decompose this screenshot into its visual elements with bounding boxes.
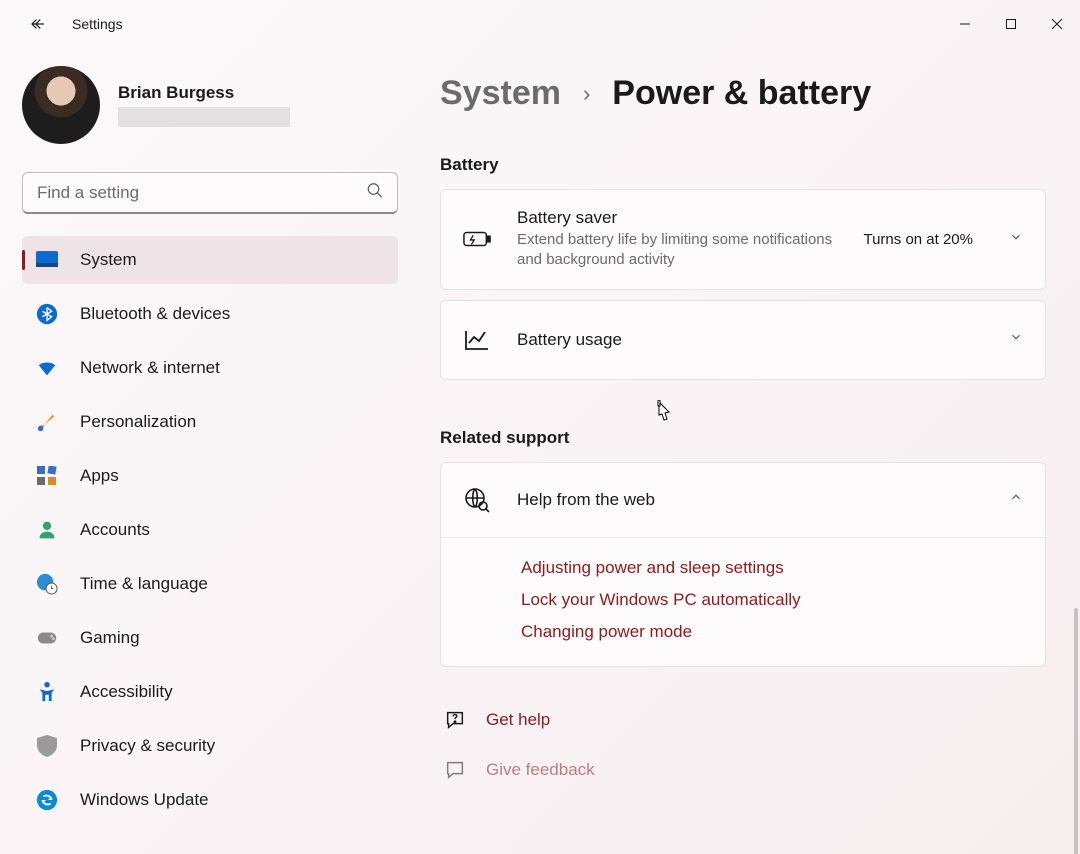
help-link[interactable]: Changing power mode	[521, 622, 1023, 642]
chevron-down-icon	[1009, 330, 1023, 349]
chevron-down-icon	[1009, 230, 1023, 249]
help-web-card: Help from the web Adjusting power and sl…	[440, 462, 1046, 667]
apps-icon	[36, 465, 58, 487]
globe-clock-icon	[36, 573, 58, 595]
title-bar: Settings	[0, 0, 1080, 48]
card-title: Battery saver	[517, 208, 837, 228]
sidebar-item-personalization[interactable]: Personalization	[22, 398, 398, 446]
sidebar-item-accessibility[interactable]: Accessibility	[22, 668, 398, 716]
search-input[interactable]	[22, 172, 398, 214]
feedback-icon	[444, 759, 466, 781]
card-title: Battery usage	[517, 330, 983, 350]
breadcrumb-current: Power & battery	[612, 74, 871, 113]
sidebar-item-apps[interactable]: Apps	[22, 452, 398, 500]
scrollbar[interactable]	[1074, 608, 1078, 854]
help-links-list: Adjusting power and sleep settings Lock …	[441, 537, 1045, 666]
sidebar-item-system[interactable]: System	[22, 236, 398, 284]
help-icon	[444, 709, 466, 731]
give-feedback-link[interactable]: Give feedback	[486, 760, 595, 780]
line-chart-icon	[463, 329, 491, 351]
give-feedback-row: Give feedback	[440, 745, 1046, 795]
chevron-up-icon	[1009, 490, 1023, 509]
globe-search-icon	[463, 487, 491, 513]
section-heading-battery: Battery	[440, 155, 1046, 175]
sidebar-item-accounts[interactable]: Accounts	[22, 506, 398, 554]
brush-icon	[36, 411, 58, 433]
nav-label: Apps	[80, 466, 119, 486]
nav-label: Accounts	[80, 520, 150, 540]
shield-icon	[36, 735, 58, 757]
sidebar-item-privacy[interactable]: Privacy & security	[22, 722, 398, 770]
profile-name: Brian Burgess	[118, 83, 290, 103]
search-icon	[366, 182, 384, 205]
nav-list: System Bluetooth & devices Network & int…	[22, 236, 398, 824]
breadcrumb: System › Power & battery	[440, 74, 1046, 113]
get-help-link[interactable]: Get help	[486, 710, 550, 730]
nav-label: Privacy & security	[80, 736, 215, 756]
sidebar-item-bluetooth[interactable]: Bluetooth & devices	[22, 290, 398, 338]
nav-label: Accessibility	[80, 682, 173, 702]
nav-label: Time & language	[80, 574, 208, 594]
breadcrumb-parent[interactable]: System	[440, 74, 561, 113]
profile-block[interactable]: Brian Burgess	[22, 66, 400, 144]
nav-label: Gaming	[80, 628, 140, 648]
nav-label: Personalization	[80, 412, 196, 432]
sidebar-item-time[interactable]: Time & language	[22, 560, 398, 608]
search-wrap	[22, 172, 398, 214]
system-icon	[36, 249, 58, 271]
profile-email-placeholder	[118, 107, 290, 127]
sidebar-item-network[interactable]: Network & internet	[22, 344, 398, 392]
get-help-row: Get help	[440, 695, 1046, 745]
nav-label: Windows Update	[80, 790, 209, 810]
battery-saver-card[interactable]: Battery saver Extend battery life by lim…	[440, 189, 1046, 290]
card-title: Help from the web	[517, 490, 983, 510]
card-status: Turns on at 20%	[863, 231, 973, 248]
sidebar-item-gaming[interactable]: Gaming	[22, 614, 398, 662]
main-content: System › Power & battery Battery Battery…	[400, 48, 1080, 854]
avatar	[22, 66, 100, 144]
minimize-button[interactable]	[942, 8, 988, 40]
sidebar-item-update[interactable]: Windows Update	[22, 776, 398, 824]
window-controls	[942, 8, 1080, 40]
nav-label: Network & internet	[80, 358, 220, 378]
section-heading-support: Related support	[440, 428, 1046, 448]
back-button[interactable]	[18, 4, 58, 44]
battery-saver-icon	[463, 229, 491, 249]
accessibility-icon	[36, 681, 58, 703]
gamepad-icon	[36, 627, 58, 649]
sidebar: Brian Burgess System Bluetooth & devices	[0, 48, 400, 854]
person-icon	[36, 519, 58, 541]
battery-usage-card[interactable]: Battery usage	[440, 300, 1046, 380]
help-web-header[interactable]: Help from the web	[441, 463, 1045, 537]
help-link[interactable]: Lock your Windows PC automatically	[521, 590, 1023, 610]
nav-label: Bluetooth & devices	[80, 304, 230, 324]
app-title: Settings	[72, 16, 123, 32]
update-icon	[36, 789, 58, 811]
card-description: Extend battery life by limiting some not…	[517, 230, 837, 271]
maximize-button[interactable]	[988, 8, 1034, 40]
nav-label: System	[80, 250, 137, 270]
help-link[interactable]: Adjusting power and sleep settings	[521, 558, 1023, 578]
bluetooth-icon	[36, 303, 58, 325]
close-button[interactable]	[1034, 8, 1080, 40]
chevron-right-icon: ›	[583, 81, 590, 107]
wifi-icon	[36, 357, 58, 379]
